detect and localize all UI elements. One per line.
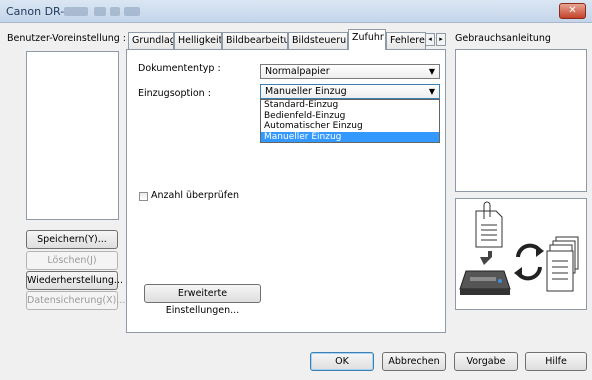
chevron-right-icon: ▸ — [439, 35, 443, 43]
window-title: Canon DR- — [6, 5, 65, 18]
check-count-checkbox[interactable] — [139, 192, 148, 201]
redacted-title-part — [124, 7, 140, 16]
title-bar: Canon DR- ✕ — [0, 0, 592, 23]
scanner-settings-window: Canon DR- ✕ Benutzer-Voreinstellung : Sp… — [0, 0, 592, 380]
rotate-cycle-icon — [514, 243, 544, 281]
scanner-icon — [459, 270, 511, 295]
advanced-settings-button[interactable]: Erweiterte Einstellungen... — [144, 284, 261, 316]
feed-option-dropdown-list: Standard-Einzug Bedienfeld-Einzug Automa… — [260, 99, 440, 143]
check-count-label: Anzahl überprüfen — [151, 190, 239, 201]
backup-button[interactable]: Datensicherung(X)... — [26, 291, 125, 310]
chevron-left-icon: ◂ — [428, 35, 432, 43]
chevron-down-icon: ▼ — [428, 87, 435, 96]
feed-option-item[interactable]: Bedienfeld-Einzug — [261, 111, 439, 122]
help-label: Gebrauchsanleitung — [455, 33, 551, 44]
redacted-title-part — [94, 7, 106, 16]
feed-option-item[interactable]: Automatischer Einzug — [261, 121, 439, 132]
ok-button[interactable]: OK — [310, 352, 374, 371]
chevron-down-icon: ▼ — [428, 67, 435, 76]
document-stack-icon — [546, 236, 579, 292]
feed-option-item[interactable]: Standard-Einzug — [261, 100, 439, 111]
feed-option-item-selected[interactable]: Manueller Einzug — [261, 131, 439, 142]
tab-zufuhr[interactable]: Zufuhr — [348, 29, 386, 50]
tab-bildbearbeitung[interactable]: Bildbearbeitung — [222, 32, 288, 49]
redacted-title-part — [64, 7, 88, 16]
close-icon: ✕ — [568, 5, 577, 16]
document-icon — [475, 201, 503, 248]
tab-scroll-left-button[interactable]: ◂ — [425, 33, 435, 46]
feed-option-select[interactable]: Manueller Einzug ▼ — [260, 84, 440, 99]
cancel-button[interactable]: Abbrechen — [382, 352, 446, 371]
default-button[interactable]: Vorgabe — [454, 352, 518, 371]
tab-grundlage[interactable]: Grundlage — [128, 32, 174, 49]
help-button[interactable]: Hilfe — [525, 352, 587, 371]
preset-list[interactable] — [26, 51, 119, 220]
preset-label: Benutzer-Voreinstellung : — [7, 33, 126, 44]
feed-arrow-icon — [480, 251, 492, 265]
manual-feed-illustration — [459, 201, 579, 295]
doc-type-label: Dokumententyp : — [138, 63, 221, 74]
tab-bildsteuerung[interactable]: Bildsteuerung — [288, 32, 348, 49]
tab-scroll-right-button[interactable]: ▸ — [436, 33, 446, 46]
feed-option-label: Einzugsoption : — [138, 88, 211, 99]
save-preset-button[interactable]: Speichern(Y)... — [26, 230, 118, 249]
tab-fehlererkennung[interactable]: Fehlererk — [386, 32, 426, 49]
redacted-title-part — [110, 7, 120, 16]
doc-type-value: Normalpapier — [265, 66, 330, 77]
help-text-panel — [455, 49, 587, 192]
doc-type-select[interactable]: Normalpapier ▼ — [260, 64, 440, 79]
close-button[interactable]: ✕ — [559, 3, 586, 19]
delete-preset-button[interactable]: Löschen(J) — [26, 251, 118, 270]
feed-option-value: Manueller Einzug — [265, 86, 347, 97]
tab-helligkeit[interactable]: Helligkeit — [174, 32, 222, 49]
restore-button[interactable]: Wiederherstellung... — [26, 271, 123, 290]
feed-illustration-panel — [455, 198, 587, 310]
